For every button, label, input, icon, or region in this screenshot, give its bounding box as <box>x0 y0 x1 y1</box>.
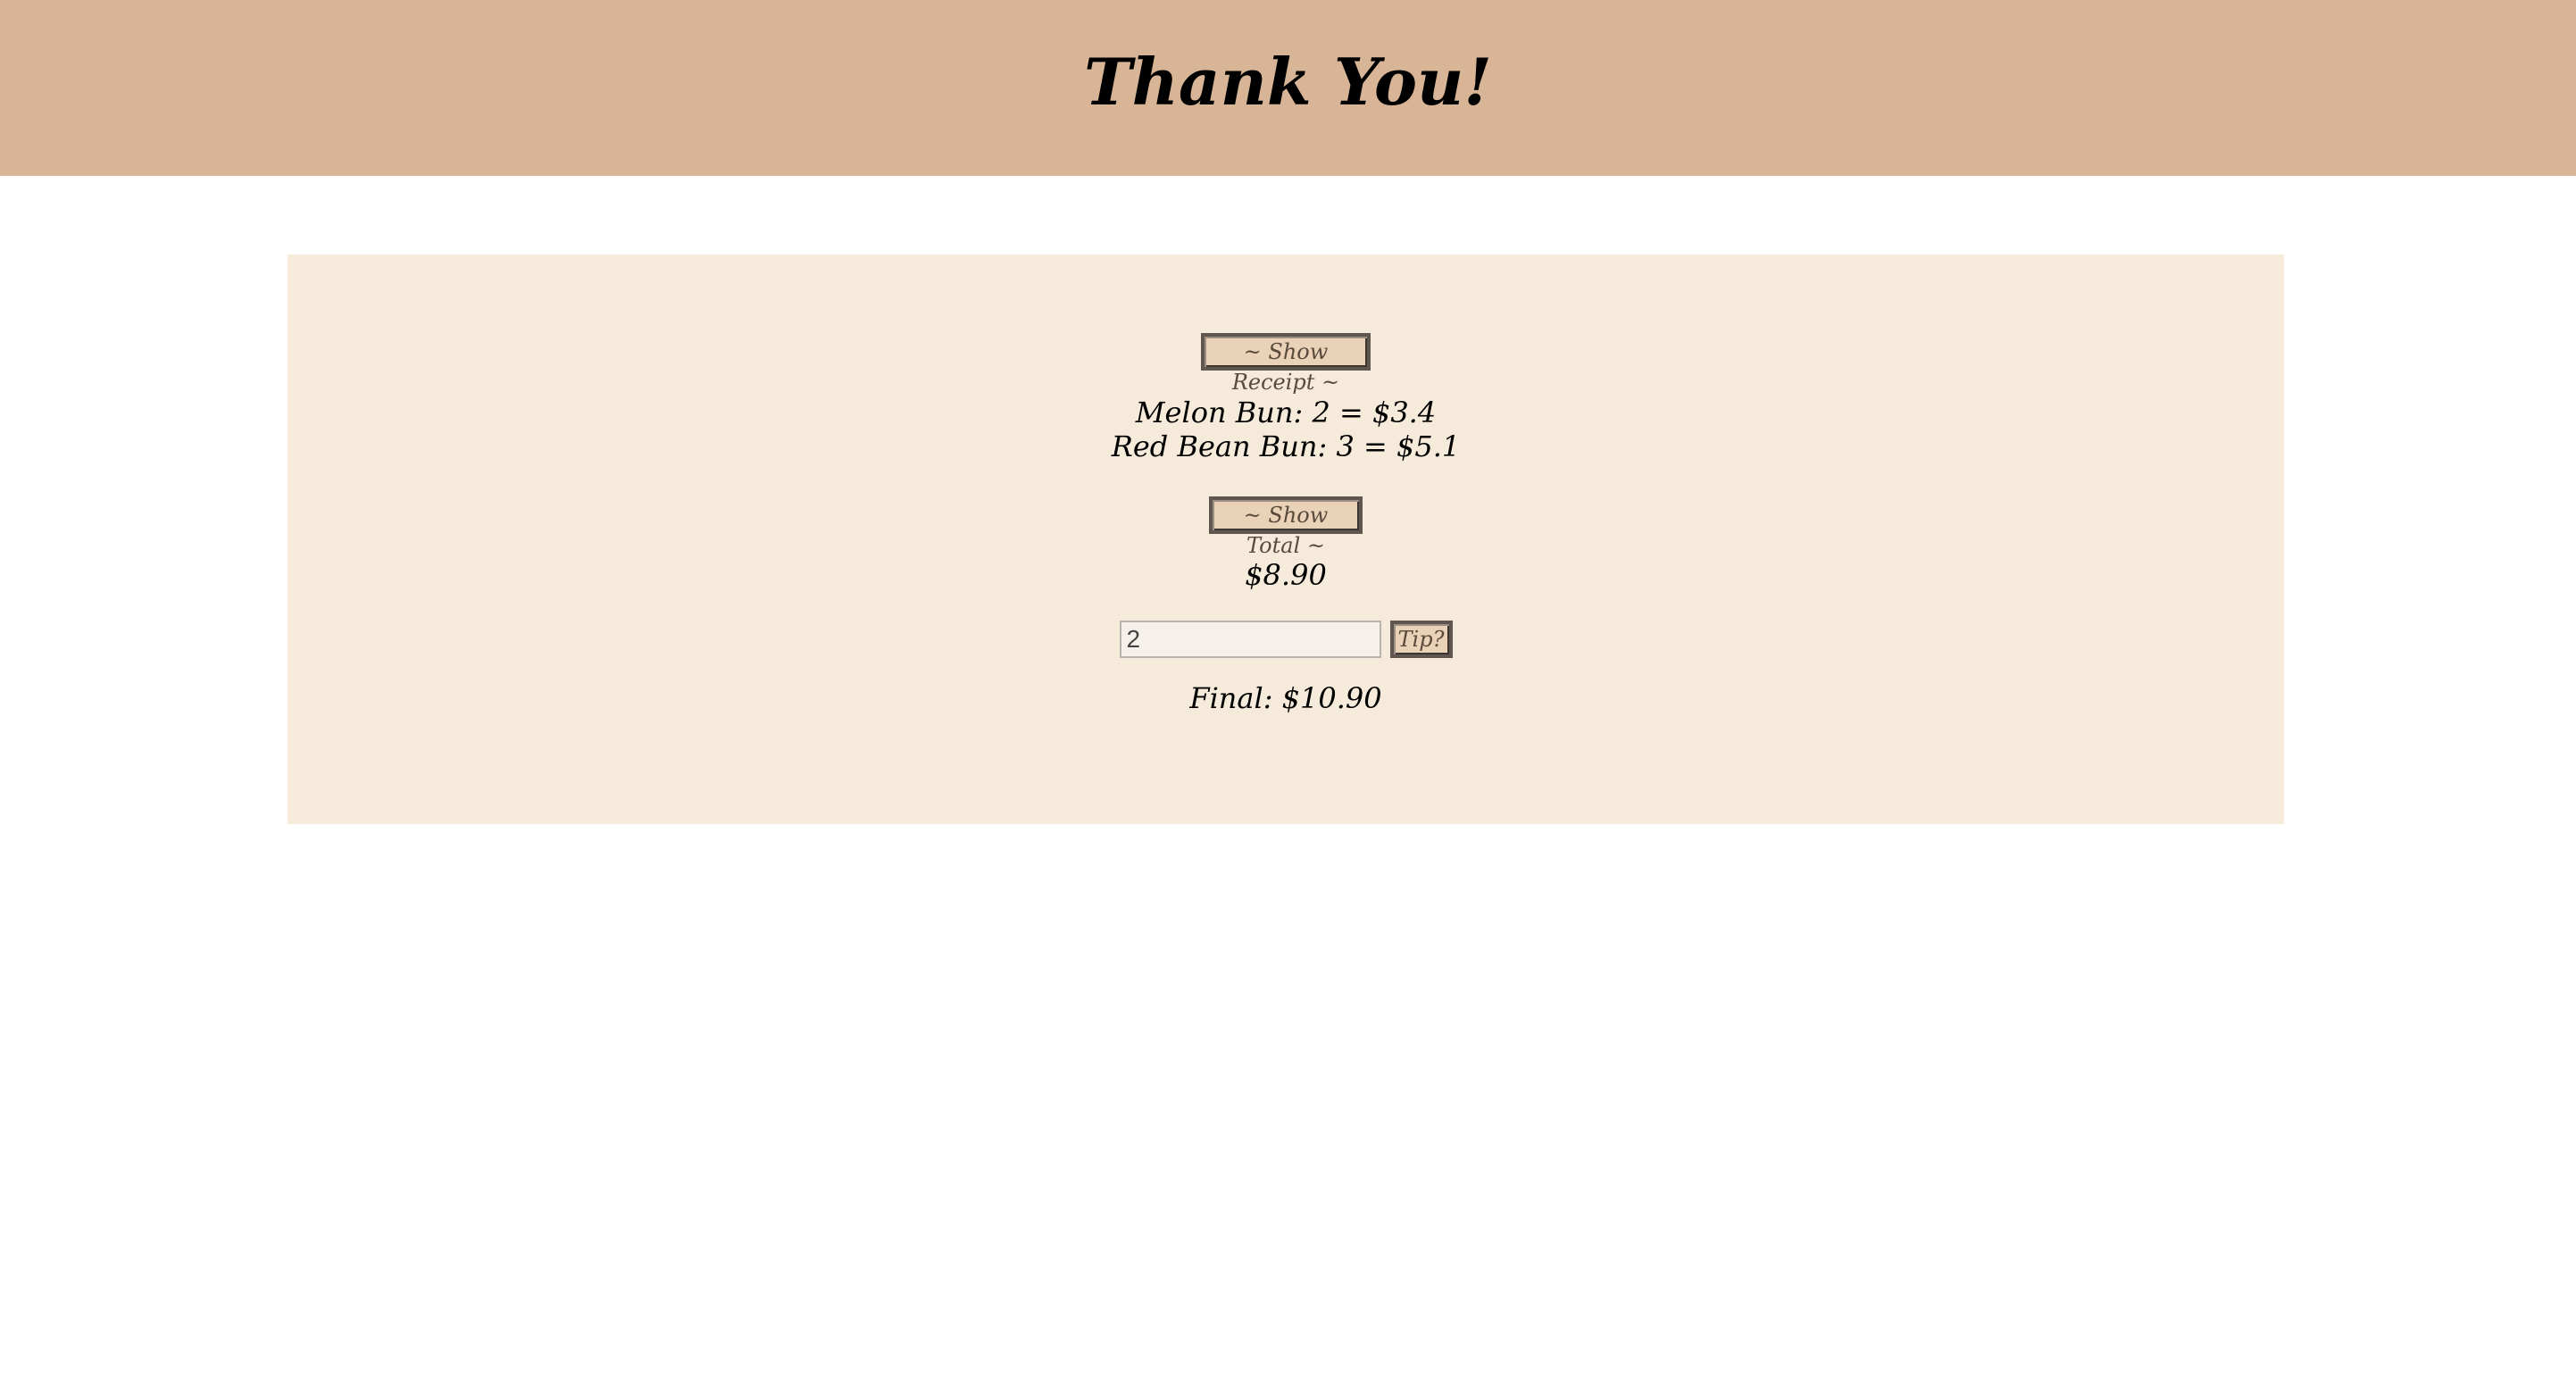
tip-row: Tip? <box>288 621 2284 658</box>
final-row: Final: $10.90 <box>288 681 2284 715</box>
show-receipt-button[interactable]: ~ Show Receipt ~ <box>1201 333 1371 395</box>
show-receipt-row: ~ Show Receipt ~ <box>288 333 2284 395</box>
page-header: Thank You! <box>0 0 2576 176</box>
total-amount: $8.90 <box>1245 558 1327 592</box>
final-amount: Final: $10.90 <box>1189 681 1382 715</box>
receipt-item-melon-bun: Melon Bun: 2 = $3.4 <box>1135 396 1437 429</box>
receipt-items: Melon Bun: 2 = $3.4 Red Bean Bun: 3 = $5… <box>288 396 2284 463</box>
tip-button[interactable]: Tip? <box>1389 621 1453 658</box>
page-title: Thank You! <box>1084 44 1492 120</box>
tip-input[interactable] <box>1119 621 1381 658</box>
total-row: $8.90 <box>288 558 2284 592</box>
show-total-row: ~ Show Total ~ <box>288 496 2284 558</box>
receipt-panel: ~ Show Receipt ~ Melon Bun: 2 = $3.4 Red… <box>288 254 2284 824</box>
receipt-item-red-bean-bun: Red Bean Bun: 3 = $5.1 <box>1111 429 1461 463</box>
show-total-button[interactable]: ~ Show Total ~ <box>1209 496 1363 558</box>
